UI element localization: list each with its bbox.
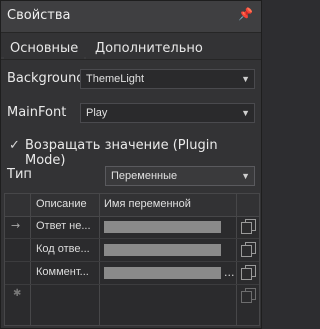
table-row[interactable]: Код отве... <box>5 239 259 262</box>
variable-name-cell[interactable] <box>104 244 221 256</box>
chevron-down-icon[interactable]: ▼ <box>241 70 250 88</box>
chevron-down-icon[interactable]: ▼ <box>241 104 250 122</box>
description-cell[interactable]: Код отве... <box>36 243 98 255</box>
new-table-row[interactable]: ✱ <box>5 285 259 307</box>
checkbox-check-icon[interactable]: ✓ <box>9 138 20 153</box>
type-select[interactable]: Переменные ▼ <box>105 166 255 186</box>
panel-titlebar: Свойства 📌 <box>1 1 261 33</box>
cell-overflow-ellipsis: ... <box>224 266 235 279</box>
plugin-mode-label[interactable]: Возращать значение (Plugin Mode) <box>25 138 261 168</box>
panel-title: Свойства <box>7 8 71 23</box>
mainfont-label: MainFont <box>7 105 67 120</box>
copy-icon[interactable] <box>241 265 256 280</box>
grid-header: Описание Имя переменной <box>5 194 259 217</box>
copy-icon[interactable] <box>241 219 256 234</box>
tab-main[interactable]: Основные <box>4 37 85 61</box>
variables-grid[interactable]: Описание Имя переменной → Ответ не... Ко… <box>4 193 260 326</box>
variable-name-cell[interactable] <box>104 221 221 233</box>
header-variable-name[interactable]: Имя переменной <box>104 198 191 210</box>
pin-icon[interactable]: 📌 <box>238 7 253 21</box>
copy-icon[interactable] <box>241 242 256 257</box>
mainfont-value: Play <box>86 107 108 119</box>
description-cell[interactable]: Коммент... <box>36 266 98 278</box>
mainfont-select[interactable]: Play ▼ <box>80 103 255 123</box>
current-row-arrow-icon: → <box>11 219 21 232</box>
new-row-asterisk-icon: ✱ <box>13 288 22 299</box>
table-row[interactable]: Коммент... ... <box>5 262 259 285</box>
variable-name-cell[interactable] <box>104 267 221 279</box>
chevron-down-icon[interactable]: ▼ <box>241 167 250 185</box>
properties-panel: Свойства 📌 Основные Дополнительно Backgr… <box>0 0 262 329</box>
type-label: Тип <box>7 167 32 182</box>
background-value: ThemeLight <box>86 73 145 85</box>
header-description[interactable]: Описание <box>36 198 87 210</box>
background-label: Background <box>7 71 85 86</box>
tab-advanced[interactable]: Дополнительно <box>89 37 209 61</box>
table-row[interactable]: → Ответ не... <box>5 216 259 239</box>
background-select[interactable]: ThemeLight ▼ <box>80 69 255 89</box>
tab-bar: Основные Дополнительно <box>1 33 261 61</box>
type-value: Переменные <box>111 170 178 182</box>
tab-divider <box>1 59 261 60</box>
copy-icon[interactable] <box>241 288 256 303</box>
description-cell[interactable]: Ответ не... <box>36 220 98 232</box>
